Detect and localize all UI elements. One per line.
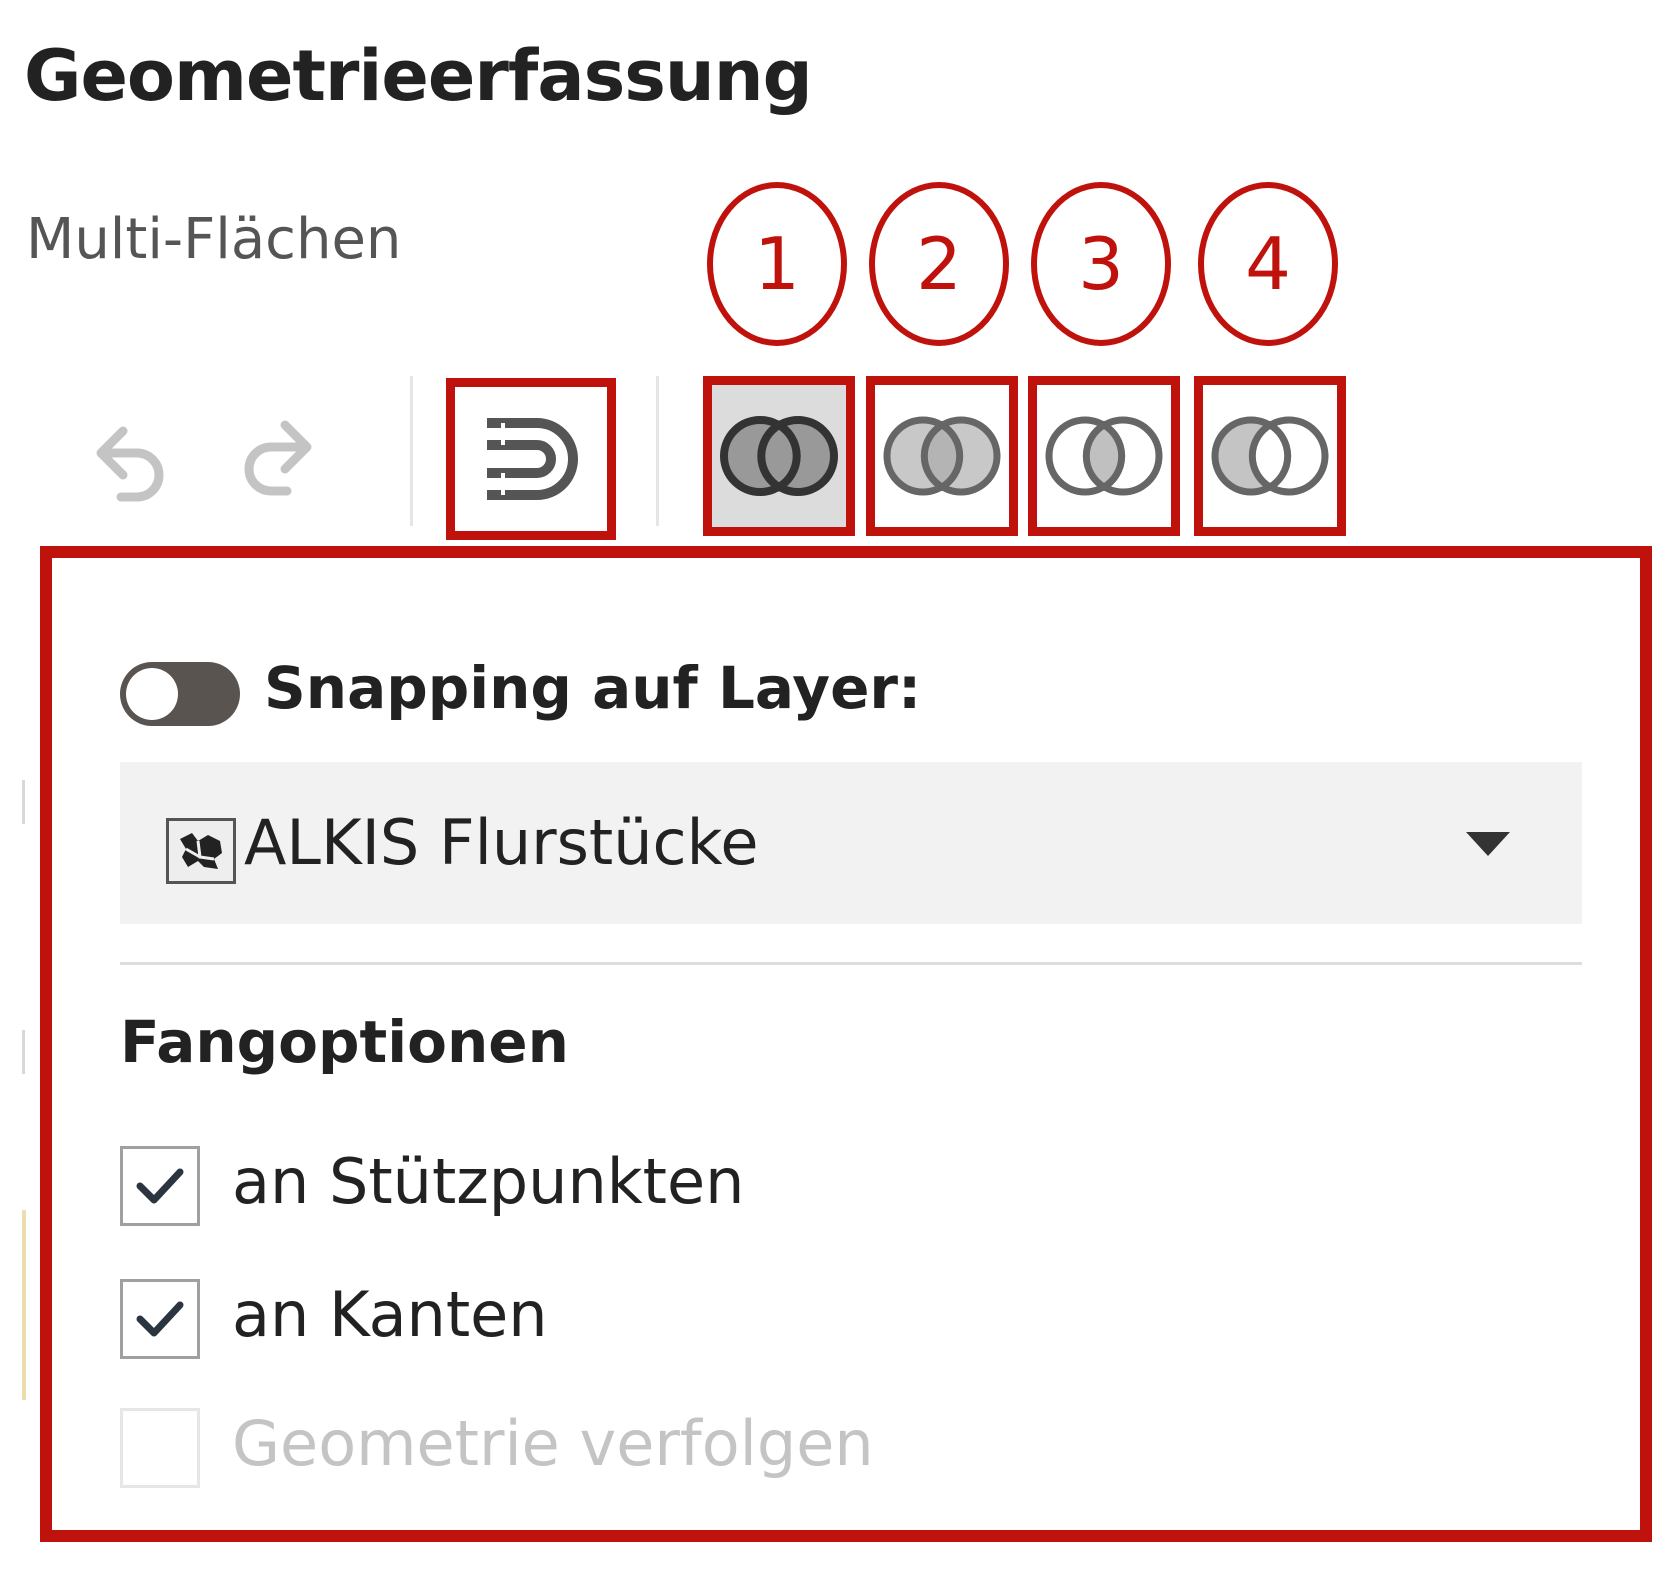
edit-toolbar — [0, 370, 1680, 540]
trace-geometry-checkbox[interactable] — [120, 1408, 200, 1488]
difference-icon — [883, 416, 1001, 496]
redo-icon — [244, 420, 312, 496]
snapping-toggle[interactable] — [120, 662, 240, 726]
magnet-icon — [487, 418, 578, 500]
background-fragment — [22, 1210, 26, 1400]
geometry-type-label: Multi-Flächen — [26, 207, 402, 272]
annotation-circle-2: 2 — [869, 182, 1009, 346]
snapping-panel: Snapping auf Layer: ALKIS Flurstücke Fan… — [40, 546, 1652, 1542]
selected-layer-value: ALKIS Flurstücke — [244, 806, 759, 879]
chevron-down-icon[interactable] — [1466, 832, 1510, 856]
checkmark-icon — [136, 1168, 184, 1204]
split-button[interactable] — [1194, 376, 1346, 536]
edges-checkbox[interactable] — [120, 1279, 200, 1359]
background-fragment — [22, 1030, 25, 1074]
checkmark-icon — [136, 1301, 184, 1337]
vertices-label: an Stützpunkten — [232, 1145, 745, 1218]
background-fragment — [22, 780, 25, 824]
redo-button[interactable] — [228, 370, 338, 540]
snapping-layer-select[interactable]: ALKIS Flurstücke — [120, 762, 1582, 924]
intersection-icon — [1045, 416, 1163, 496]
union-icon — [720, 416, 838, 496]
layer-map-icon — [166, 818, 236, 884]
snapping-toggle-label: Snapping auf Layer: — [264, 654, 922, 722]
union-button[interactable] — [703, 376, 855, 536]
page-title: Geometrieerfassung — [24, 35, 813, 117]
difference-button[interactable] — [866, 376, 1018, 536]
snapping-button[interactable] — [446, 378, 616, 540]
annotation-circle-4: 4 — [1198, 182, 1338, 346]
geometry-editor-page: Geometrieerfassung Multi-Flächen 1 2 3 4 — [0, 0, 1680, 1581]
snap-options-heading: Fangoptionen — [120, 1008, 569, 1076]
toolbar-separator — [656, 376, 659, 526]
annotation-circle-1: 1 — [707, 182, 847, 346]
option-edges[interactable]: an Kanten — [120, 1275, 1120, 1365]
intersection-button[interactable] — [1028, 376, 1180, 536]
option-trace-geometry[interactable]: Geometrie verfolgen — [120, 1404, 1120, 1494]
toggle-knob — [126, 668, 178, 720]
vertices-checkbox[interactable] — [120, 1146, 200, 1226]
undo-icon — [96, 426, 164, 502]
edges-label: an Kanten — [232, 1278, 548, 1351]
divider — [120, 962, 1582, 965]
undo-button[interactable] — [70, 370, 180, 540]
toolbar-separator — [410, 376, 413, 526]
annotation-circle-3: 3 — [1031, 182, 1171, 346]
split-icon — [1211, 416, 1329, 496]
trace-geometry-label: Geometrie verfolgen — [232, 1407, 874, 1480]
option-vertices[interactable]: an Stützpunkten — [120, 1142, 1120, 1232]
